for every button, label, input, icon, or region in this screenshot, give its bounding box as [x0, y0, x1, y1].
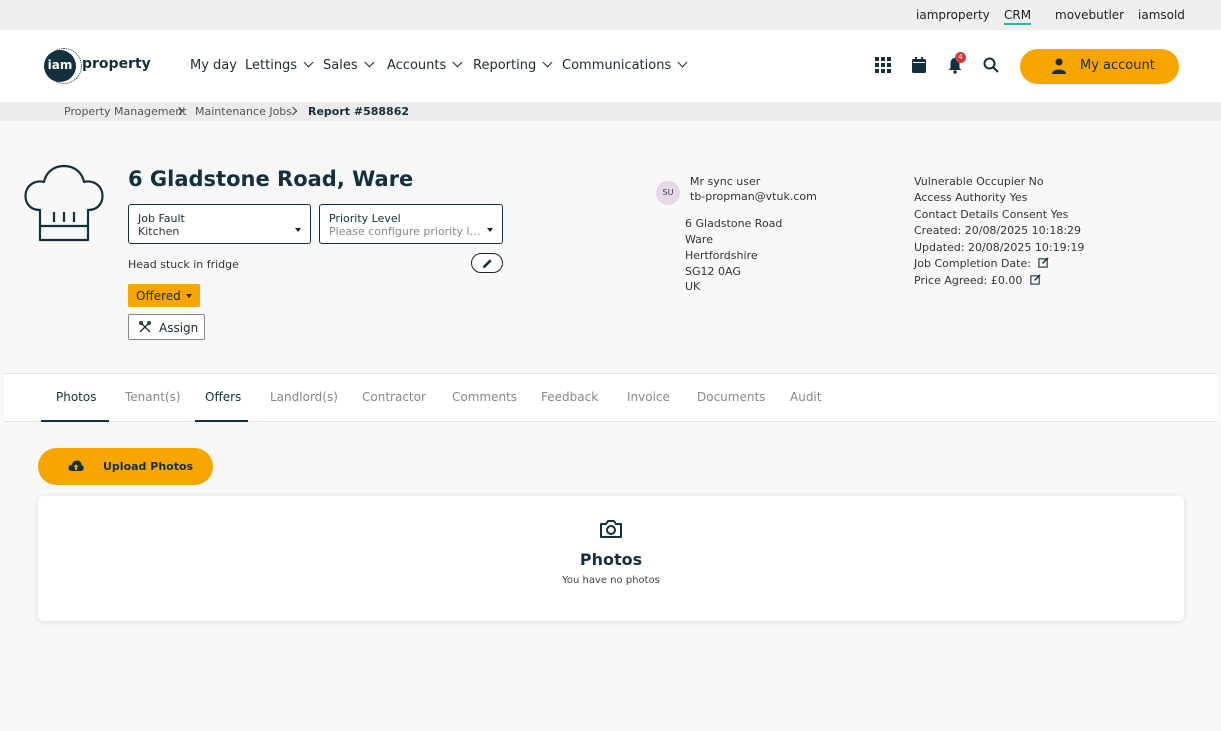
- tab-bar: Photos Tenant(s) Offers Landlord(s) Cont…: [4, 373, 1217, 422]
- address-line: Hertfordshire: [685, 249, 758, 262]
- job-description: Head stuck in fridge: [128, 258, 239, 271]
- tenant-name: Mr sync user: [690, 175, 761, 188]
- address-line: Ware: [685, 233, 713, 246]
- nav-accounts[interactable]: Accounts: [387, 57, 463, 73]
- tab-landlords[interactable]: Landlord(s): [270, 390, 338, 404]
- apps-grid-icon[interactable]: [874, 56, 892, 74]
- address-line: UK: [685, 280, 701, 293]
- tab-active-indicator: [195, 420, 248, 422]
- assign-label: Assign: [159, 321, 199, 335]
- top-link-iamproperty[interactable]: iamproperty: [916, 8, 990, 22]
- vulnerable-occupier: Vulnerable Occupier No: [914, 175, 1044, 188]
- priority-level-select[interactable]: Priority Level Please configure priority…: [319, 204, 503, 244]
- pencil-icon: [482, 259, 492, 269]
- address-line: SG12 0AG: [685, 265, 741, 278]
- photos-card-subtitle: You have no photos: [562, 575, 660, 586]
- tab-tenants[interactable]: Tenant(s): [125, 390, 181, 404]
- tab-offers[interactable]: Offers: [205, 390, 241, 404]
- photos-empty-card: Photos You have no photos: [38, 496, 1184, 621]
- chevron-down-icon: [677, 57, 688, 68]
- main-header: iam property My day Lettings Sales Accou…: [0, 30, 1221, 102]
- cloud-upload-icon: [68, 460, 84, 471]
- tab-feedback[interactable]: Feedback: [541, 390, 598, 404]
- edit-description-button[interactable]: [471, 253, 503, 273]
- nav-my-day[interactable]: My day: [190, 58, 237, 73]
- breadcrumb-report: Report #588862: [308, 105, 410, 118]
- price-agreed-label: Price Agreed: £0.00: [914, 274, 1023, 287]
- tab-comments[interactable]: Comments: [452, 390, 517, 404]
- access-authority: Access Authority Yes: [914, 191, 1028, 204]
- logo-circle: iam: [44, 50, 76, 82]
- avatar: SU: [656, 181, 680, 205]
- updated-date: Updated: 20/08/2025 10:19:19: [914, 241, 1085, 254]
- breadcrumb-maintenance-jobs[interactable]: Maintenance Jobs: [195, 105, 292, 118]
- dropdown-caret-icon: [487, 228, 493, 232]
- job-fault-value: Kitchen: [138, 225, 180, 238]
- top-link-iamsold[interactable]: iamsold: [1138, 8, 1185, 22]
- breadcrumb: Property Management Maintenance Jobs Rep…: [0, 102, 1221, 121]
- chef-hat-icon: [24, 164, 104, 242]
- nav-label: Communications: [562, 58, 672, 73]
- status-label: Offered: [136, 289, 181, 303]
- chevron-down-icon: [303, 57, 314, 68]
- job-completion-date: Job Completion Date:: [914, 257, 1050, 270]
- tab-audit[interactable]: Audit: [790, 390, 821, 404]
- user-icon: [1052, 58, 1066, 74]
- edit-icon[interactable]: [1030, 274, 1041, 285]
- nav-reporting[interactable]: Reporting: [473, 57, 553, 73]
- top-link-crm[interactable]: CRM: [1004, 8, 1032, 25]
- tab-invoice[interactable]: Invoice: [627, 390, 670, 404]
- nav-sales[interactable]: Sales: [323, 57, 375, 73]
- calendar-icon[interactable]: [910, 56, 928, 74]
- nav-lettings[interactable]: Lettings: [245, 57, 314, 73]
- upload-photos-label: Upload Photos: [103, 460, 194, 473]
- address-line: 6 Gladstone Road: [685, 217, 783, 230]
- edit-icon[interactable]: [1038, 257, 1050, 268]
- tab-active-indicator: [41, 420, 109, 422]
- chevron-down-icon: [542, 57, 553, 68]
- tenant-email[interactable]: tb-propman@vtuk.com: [690, 190, 817, 203]
- created-date: Created: 20/08/2025 10:18:29: [914, 224, 1082, 237]
- logo-word: property: [82, 56, 151, 72]
- upload-photos-button[interactable]: Upload Photos: [38, 448, 213, 485]
- chevron-down-icon: [364, 57, 375, 68]
- notification-badge: 4: [955, 52, 966, 63]
- chevron-down-icon: [452, 57, 463, 68]
- tab-contractor[interactable]: Contractor: [362, 390, 426, 404]
- top-link-movebutler[interactable]: movebutler: [1055, 8, 1124, 22]
- job-completion-label: Job Completion Date:: [914, 257, 1031, 270]
- dropdown-caret-icon: [295, 228, 301, 232]
- logo-circle-text: iam: [47, 58, 73, 72]
- tools-icon: [139, 321, 151, 333]
- my-account-button[interactable]: My account: [1020, 49, 1179, 84]
- photos-card-title: Photos: [579, 550, 643, 569]
- job-fault-label: Job Fault: [138, 212, 185, 225]
- status-dropdown-button[interactable]: Offered: [128, 284, 200, 307]
- assign-button[interactable]: Assign: [128, 314, 205, 340]
- priority-level-label: Priority Level: [329, 212, 401, 225]
- contact-consent: Contact Details Consent Yes: [914, 208, 1069, 221]
- nav-label: Accounts: [387, 58, 447, 73]
- nav-label: My day: [190, 58, 237, 73]
- job-fault-select[interactable]: Job Fault Kitchen: [128, 204, 311, 244]
- camera-icon: [600, 520, 622, 538]
- brand-logo[interactable]: iam property: [44, 48, 151, 84]
- tab-photos[interactable]: Photos: [56, 390, 96, 404]
- nav-label: Lettings: [245, 58, 298, 73]
- priority-level-placeholder: Please configure priority levels first: [329, 225, 487, 238]
- breadcrumb-property-management[interactable]: Property Management: [64, 105, 187, 118]
- tab-documents[interactable]: Documents: [697, 390, 765, 404]
- search-icon[interactable]: [982, 56, 1000, 74]
- nav-communications[interactable]: Communications: [562, 57, 688, 73]
- property-title: 6 Gladstone Road, Ware: [128, 167, 414, 191]
- dropdown-caret-icon: [186, 294, 192, 298]
- top-utility-bar: iamproperty CRM movebutler iamsold: [0, 0, 1221, 30]
- my-account-label: My account: [1080, 58, 1155, 73]
- nav-label: Reporting: [473, 58, 537, 73]
- nav-label: Sales: [323, 58, 358, 73]
- price-agreed: Price Agreed: £0.00: [914, 274, 1041, 287]
